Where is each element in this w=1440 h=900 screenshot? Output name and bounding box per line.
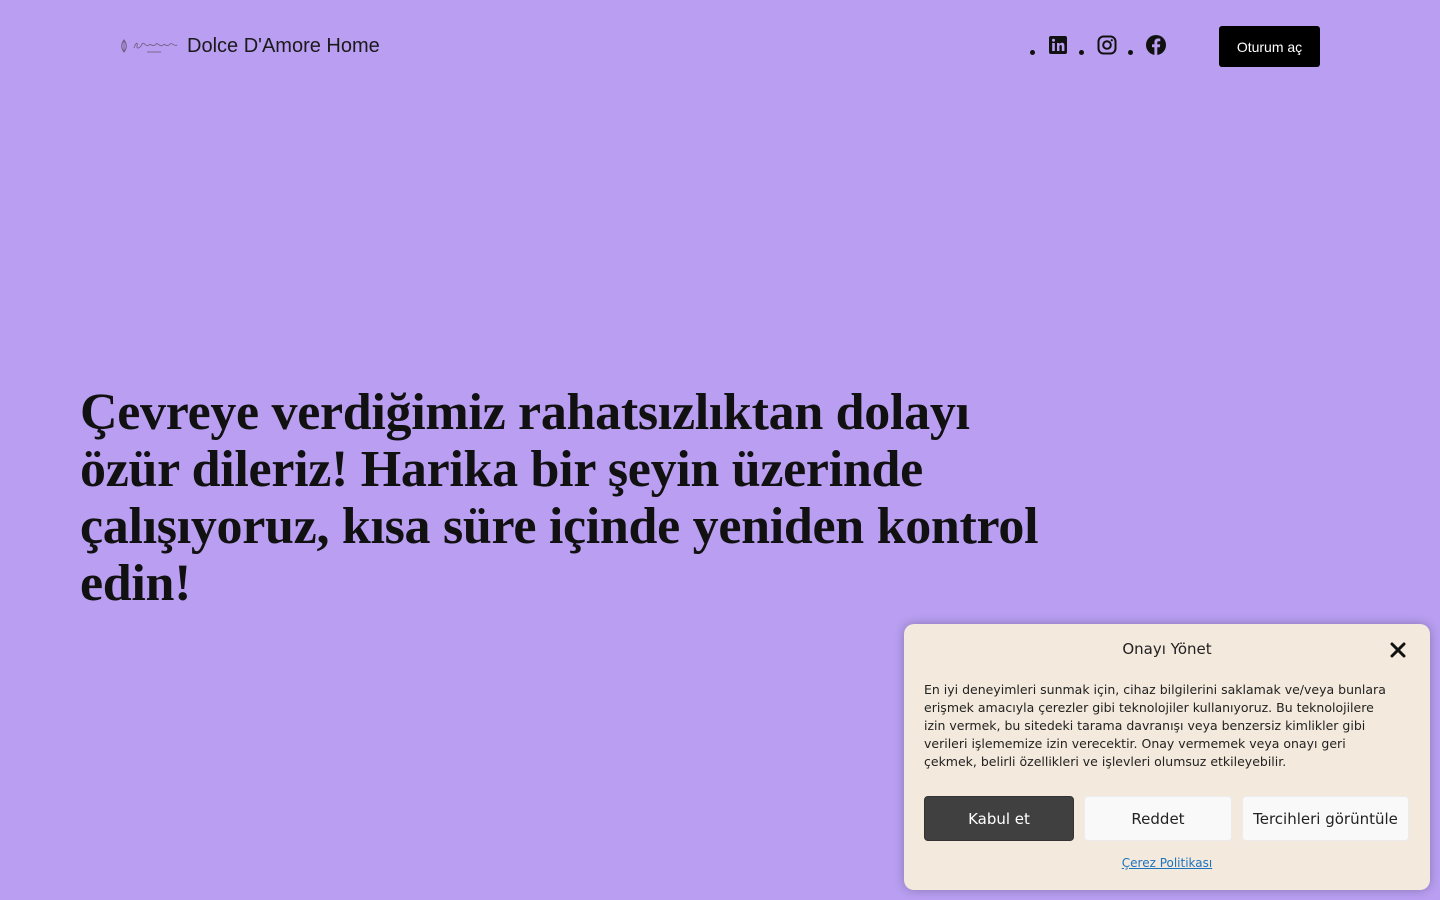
- cookie-consent-dialog: Onayı Yönet En iyi deneyimleri sunmak iç…: [904, 624, 1430, 890]
- facebook-icon[interactable]: [1145, 34, 1167, 56]
- social-links: [1030, 31, 1177, 59]
- maintenance-message: Çevreye verdiğimiz rahatsızlıktan dolayı…: [80, 384, 1039, 612]
- brand[interactable]: Dolce D'Amore Home: [120, 30, 380, 62]
- close-icon[interactable]: [1386, 638, 1410, 662]
- dolce-damore-logo[interactable]: [120, 30, 180, 62]
- cookie-dialog-title: Onayı Yönet: [1122, 640, 1212, 658]
- separator-dot: [1030, 49, 1035, 55]
- view-preferences-button[interactable]: Tercihleri görüntüle: [1242, 796, 1409, 841]
- cookie-dialog-buttons: Kabul et Reddet Tercihleri görüntüle: [924, 796, 1409, 841]
- accept-button[interactable]: Kabul et: [924, 796, 1074, 841]
- site-header: Dolce D'Amore Home Oturum aç: [0, 0, 1440, 92]
- linkedin-icon[interactable]: [1047, 34, 1069, 56]
- brand-name[interactable]: Dolce D'Amore Home: [187, 35, 380, 58]
- deny-button[interactable]: Reddet: [1084, 796, 1232, 841]
- signin-button[interactable]: Oturum aç: [1219, 26, 1320, 67]
- cookie-policy-link[interactable]: Çerez Politikası: [904, 856, 1430, 870]
- instagram-icon[interactable]: [1096, 34, 1118, 56]
- separator-dot: [1128, 49, 1133, 55]
- cookie-dialog-text: En iyi deneyimleri sunmak için, cihaz bi…: [924, 682, 1386, 769]
- separator-dot: [1079, 49, 1084, 55]
